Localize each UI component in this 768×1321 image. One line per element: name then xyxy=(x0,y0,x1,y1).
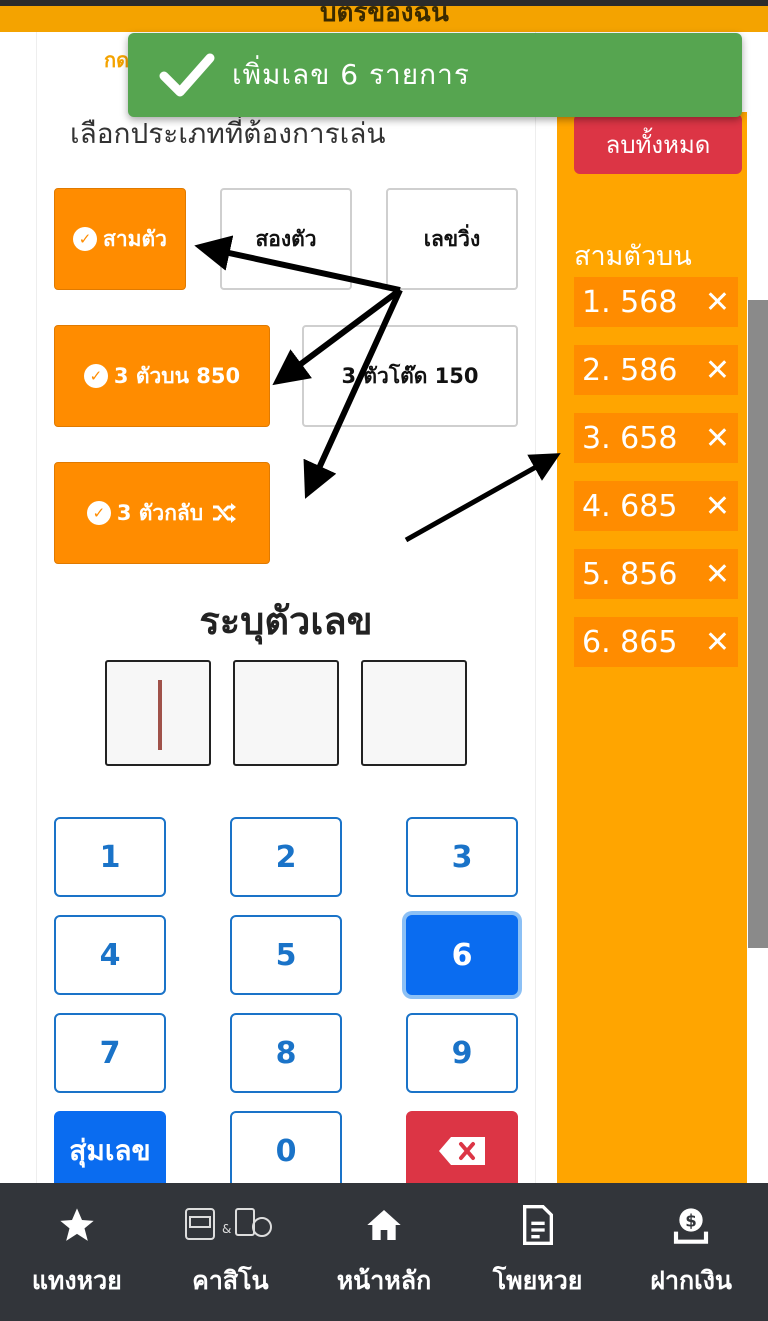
bet-option-three-top[interactable]: ✓ 3 ตัวบน 850 xyxy=(54,325,270,427)
list-item-text: 5. 856 xyxy=(582,556,678,592)
key-1[interactable]: 1 xyxy=(54,817,166,897)
list-item: 5. 856 ✕ xyxy=(574,549,738,599)
remove-icon[interactable]: ✕ xyxy=(705,557,730,592)
list-item-text: 6. 865 xyxy=(582,624,678,660)
home-icon xyxy=(364,1203,404,1247)
bet-option-three-reverse[interactable]: ✓ 3 ตัวกลับ xyxy=(54,462,270,564)
remove-icon[interactable]: ✕ xyxy=(705,353,730,388)
list-title: สามตัวบน xyxy=(574,241,692,272)
delete-button[interactable] xyxy=(406,1111,518,1191)
check-icon xyxy=(159,53,215,97)
backspace-icon xyxy=(439,1137,485,1165)
list-item: 6. 865 ✕ xyxy=(574,617,738,667)
list-item: 2. 586 ✕ xyxy=(574,345,738,395)
nav-label: โพยหวย xyxy=(492,1266,583,1295)
nav-item-bet-lottery[interactable]: แทงหวย xyxy=(0,1183,154,1321)
bet-option-label: 3 ตัวกลับ xyxy=(116,500,204,525)
nav-item-home[interactable]: หน้าหลัก xyxy=(307,1183,461,1321)
svg-text:&: & xyxy=(222,1222,231,1236)
top-bar: บัตรของฉัน xyxy=(0,0,768,32)
check-circle-icon: ✓ xyxy=(86,501,111,525)
list-item-text: 1. 568 xyxy=(582,284,678,320)
key-4[interactable]: 4 xyxy=(54,915,166,995)
remove-icon[interactable]: ✕ xyxy=(705,285,730,320)
deposit-icon: $ xyxy=(671,1203,711,1247)
key-3[interactable]: 3 xyxy=(406,817,518,897)
key-7[interactable]: 7 xyxy=(54,1013,166,1093)
toast-message: เพิ่มเลข 6 รายการ xyxy=(232,58,470,91)
type-button-running[interactable]: เลขวิ่ง xyxy=(386,188,518,290)
remove-icon[interactable]: ✕ xyxy=(705,489,730,524)
type-button-label: เลขวิ่ง xyxy=(423,226,481,251)
nav-item-deposit[interactable]: $ ฝากเงิน xyxy=(614,1183,768,1321)
bottom-navigation: แทงหวย & คาสิโน หน้าหลัก โพยหวย $ ฝากเงิ… xyxy=(0,1183,768,1321)
type-button-two[interactable]: สองตัว xyxy=(220,188,352,290)
key-5[interactable]: 5 xyxy=(230,915,342,995)
clear-all-button[interactable]: ลบทั้งหมด xyxy=(574,114,742,174)
list-item: 1. 568 ✕ xyxy=(574,277,738,327)
text-caret xyxy=(158,680,162,750)
type-button-label: สามตัว xyxy=(103,226,167,251)
key-0[interactable]: 0 xyxy=(230,1111,342,1191)
nav-label: หน้าหลัก xyxy=(336,1266,432,1295)
section-title: เลือกประเภทที่ต้องการเล่น xyxy=(70,117,386,150)
bet-option-three-tod[interactable]: 3 ตัวโต๊ด 150 xyxy=(302,325,518,427)
bet-option-label: 3 ตัวโต๊ด 150 xyxy=(341,363,479,388)
key-8[interactable]: 8 xyxy=(230,1013,342,1093)
digit-input-3[interactable] xyxy=(361,660,467,766)
svg-text:$: $ xyxy=(685,1212,697,1231)
remove-icon[interactable]: ✕ xyxy=(705,625,730,660)
remove-icon[interactable]: ✕ xyxy=(705,421,730,456)
success-toast: เพิ่มเลข 6 รายการ xyxy=(128,33,742,117)
key-9[interactable]: 9 xyxy=(406,1013,518,1093)
scrollbar[interactable] xyxy=(748,300,768,948)
random-number-button[interactable]: สุ่มเลข xyxy=(54,1111,166,1191)
bet-option-label: 3 ตัวบน 850 xyxy=(113,363,241,388)
key-6[interactable]: 6 xyxy=(406,915,518,995)
list-item: 3. 658 ✕ xyxy=(574,413,738,463)
digit-input-2[interactable] xyxy=(233,660,339,766)
tab-partial-label[interactable]: กด xyxy=(104,44,129,76)
check-circle-icon: ✓ xyxy=(83,364,108,388)
list-item-text: 3. 658 xyxy=(582,420,678,456)
type-button-label: สองตัว xyxy=(255,226,317,251)
nav-item-lottery-slip[interactable]: โพยหวย xyxy=(461,1183,615,1321)
page-title: บัตรของฉัน xyxy=(320,0,449,28)
list-item: 4. 685 ✕ xyxy=(574,481,738,531)
nav-label: แทงหวย xyxy=(31,1266,122,1295)
shuffle-icon xyxy=(213,503,237,523)
enter-number-title: ระบุตัวเลข xyxy=(199,599,373,643)
check-circle-icon: ✓ xyxy=(73,227,98,251)
casino-icon: & xyxy=(182,1203,278,1247)
key-2[interactable]: 2 xyxy=(230,817,342,897)
nav-label: ฝากเงิน xyxy=(650,1266,732,1295)
star-icon xyxy=(57,1203,97,1247)
document-icon xyxy=(521,1203,555,1247)
nav-label: คาสิโน xyxy=(192,1266,269,1295)
list-item-text: 2. 586 xyxy=(582,352,678,388)
list-item-text: 4. 685 xyxy=(582,488,678,524)
digit-input-1[interactable] xyxy=(105,660,211,766)
type-button-three[interactable]: ✓ สามตัว xyxy=(54,188,186,290)
nav-item-casino[interactable]: & คาสิโน xyxy=(154,1183,308,1321)
